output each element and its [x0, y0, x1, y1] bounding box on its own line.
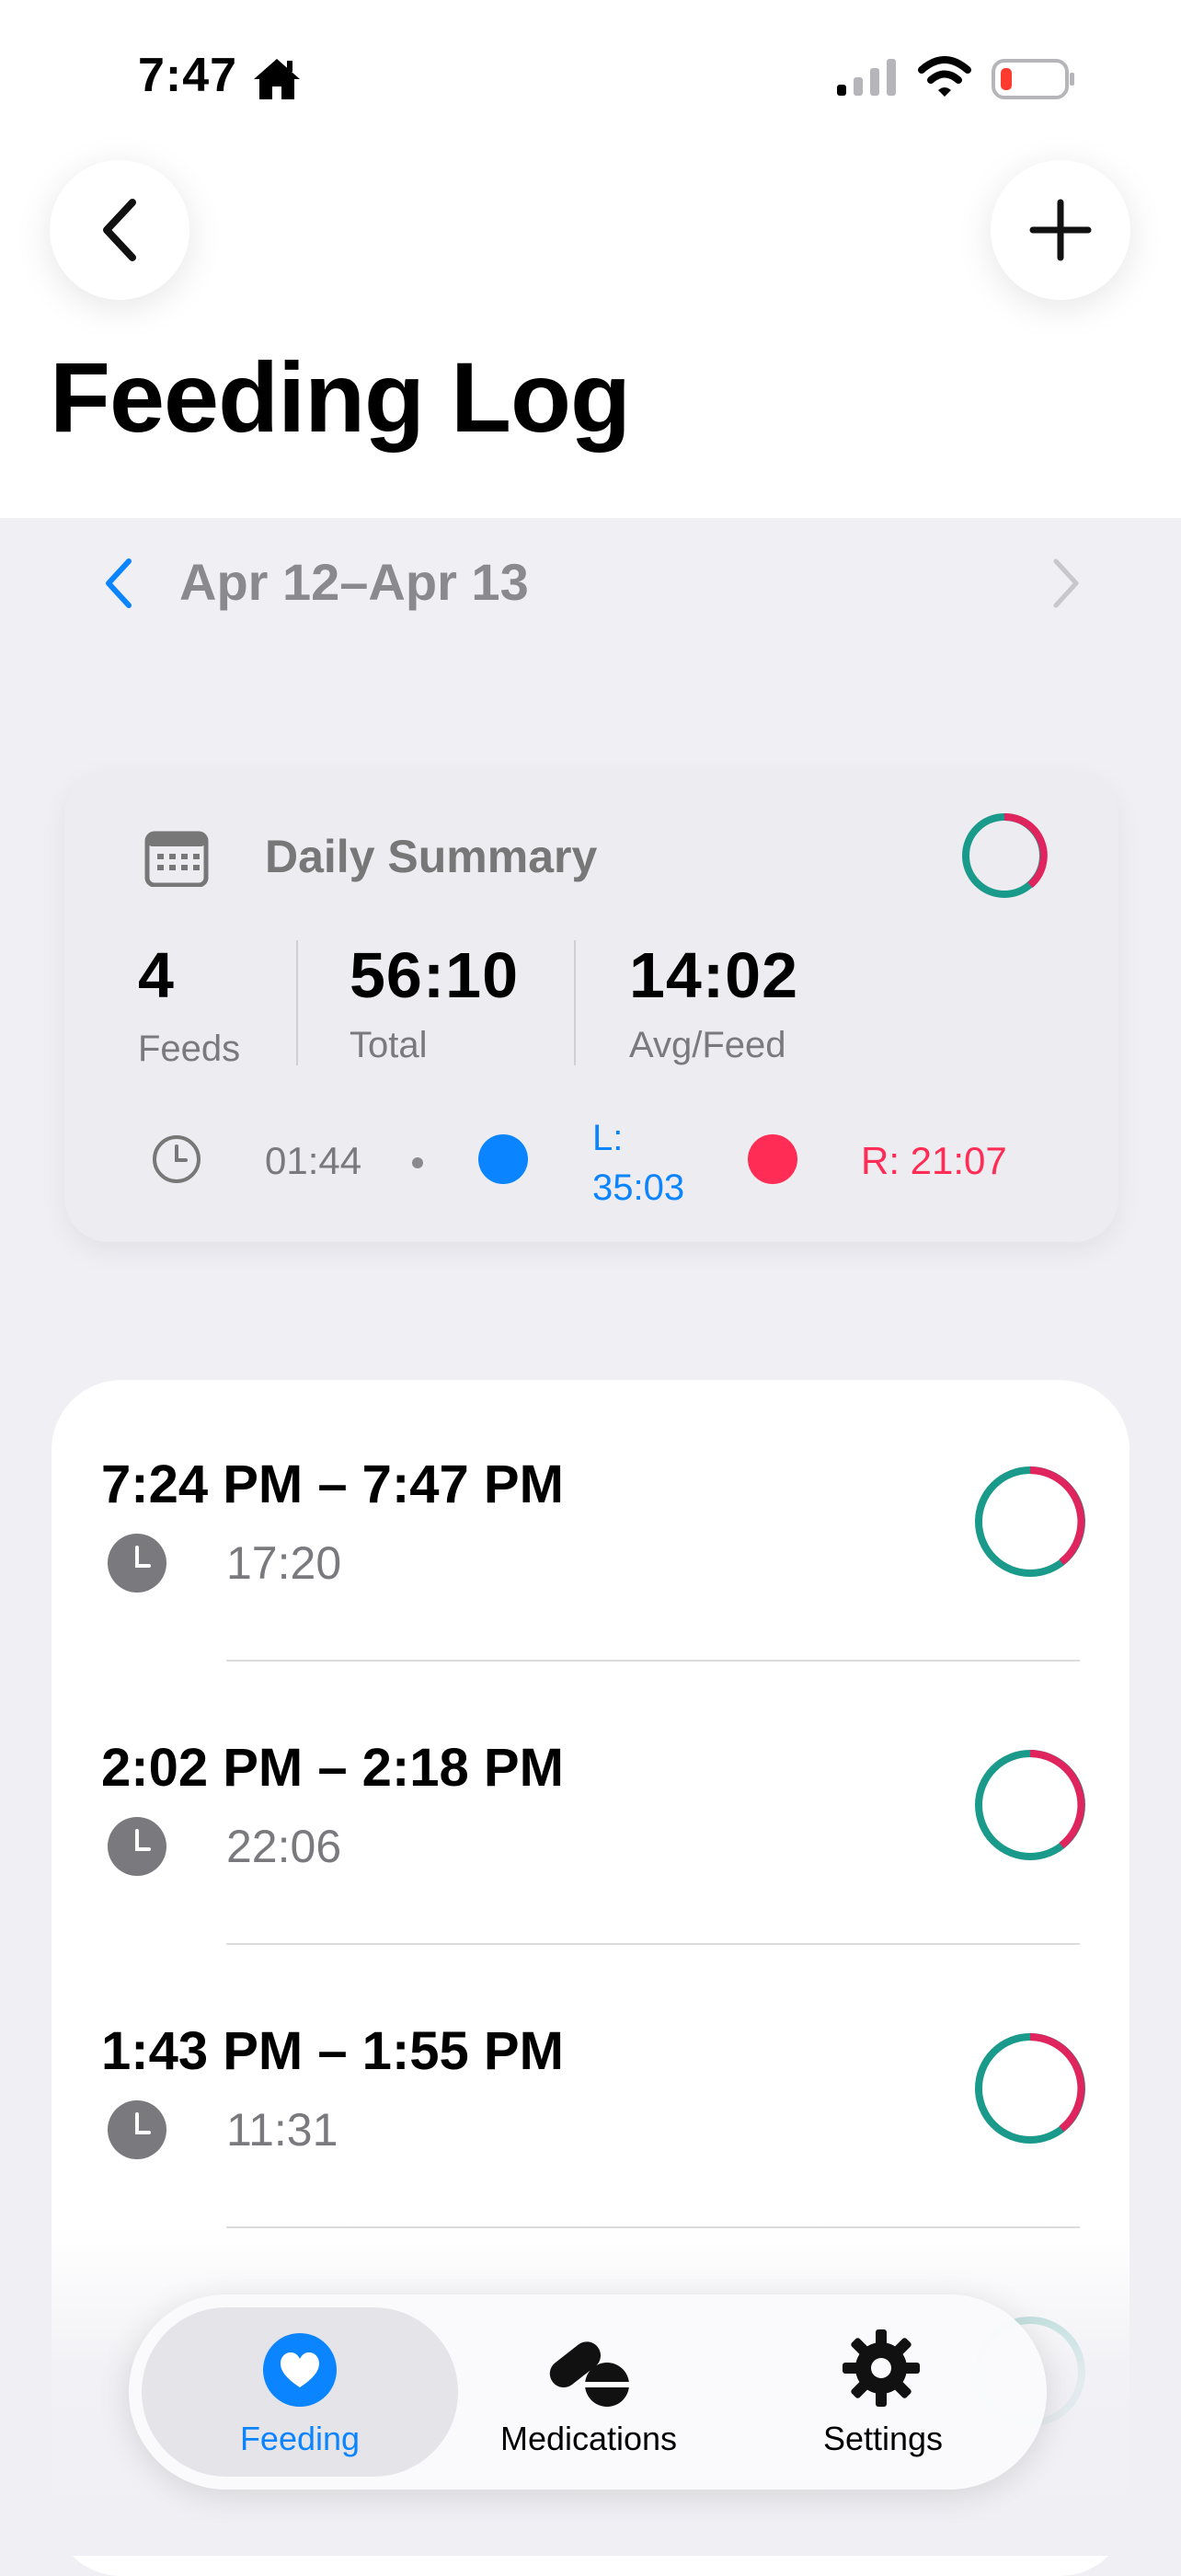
chevron-left-icon: [103, 199, 136, 261]
feed-duration: 11:31: [226, 2104, 338, 2156]
total-duration: 56:10: [350, 939, 520, 1011]
right-side-dot: [748, 1134, 797, 1184]
next-range-button[interactable]: [1047, 556, 1084, 611]
avg-label: Avg/Feed: [629, 1025, 786, 1065]
feed-side-ring: [975, 1466, 1085, 1577]
feeds-label: Feeds: [138, 1029, 241, 1069]
stat-divider: [574, 940, 576, 1065]
interval-value: 01:44: [265, 1139, 362, 1182]
row-separator: [226, 1660, 1080, 1662]
left-side-dot: [478, 1134, 528, 1184]
tab-feeding-label: Feeding: [239, 2420, 361, 2457]
feed-time-range[interactable]: 7:24 PM – 7:47 PM: [101, 1454, 564, 1515]
stat-divider: [296, 940, 298, 1065]
summary-side-ring: [962, 812, 1048, 898]
left-side-duration: L: 35:03: [592, 1118, 685, 1208]
back-button[interactable]: [50, 160, 189, 300]
avg-duration: 14:02: [629, 939, 799, 1011]
signal-icon: [837, 59, 896, 96]
status-time: 7:47: [138, 49, 238, 102]
feed-duration: 17:20: [226, 1537, 342, 1589]
feeds-count: 4: [138, 939, 175, 1011]
page-title: Feeding Log: [50, 341, 631, 453]
battery-icon: [992, 59, 1074, 99]
clock-icon: [108, 1817, 166, 1876]
summary-title: Daily Summary: [265, 831, 598, 882]
date-range: Apr 12–Apr 13: [179, 553, 529, 611]
clock-icon: [108, 2100, 166, 2159]
wifi-icon: [918, 56, 971, 97]
feed-time-range[interactable]: 1:43 PM – 1:55 PM: [101, 2020, 564, 2082]
right-side-duration: R: 21:07: [861, 1139, 1007, 1182]
gear-icon[interactable]: [841, 2328, 922, 2409]
feed-side-ring: [975, 1750, 1085, 1860]
feed-time-range[interactable]: 2:02 PM – 2:18 PM: [101, 1737, 564, 1799]
previous-range-button[interactable]: [99, 556, 136, 611]
add-button[interactable]: [991, 160, 1130, 300]
plus-icon: [1029, 199, 1092, 261]
tab-settings-label[interactable]: Settings: [754, 2420, 1012, 2458]
heart-icon: [263, 2333, 337, 2407]
feed-side-ring: [975, 2033, 1085, 2144]
total-label: Total: [350, 1025, 428, 1065]
clock-icon: [108, 1534, 166, 1593]
clock-icon: [153, 1135, 201, 1183]
tab-medications-label[interactable]: Medications: [460, 2420, 717, 2458]
pills-icon[interactable]: [543, 2329, 635, 2410]
separator-dot: [412, 1157, 423, 1168]
feed-duration: 22:06: [226, 1821, 342, 1872]
row-separator: [226, 1943, 1080, 1945]
home-icon: [254, 59, 300, 99]
calendar-icon: [144, 831, 209, 887]
